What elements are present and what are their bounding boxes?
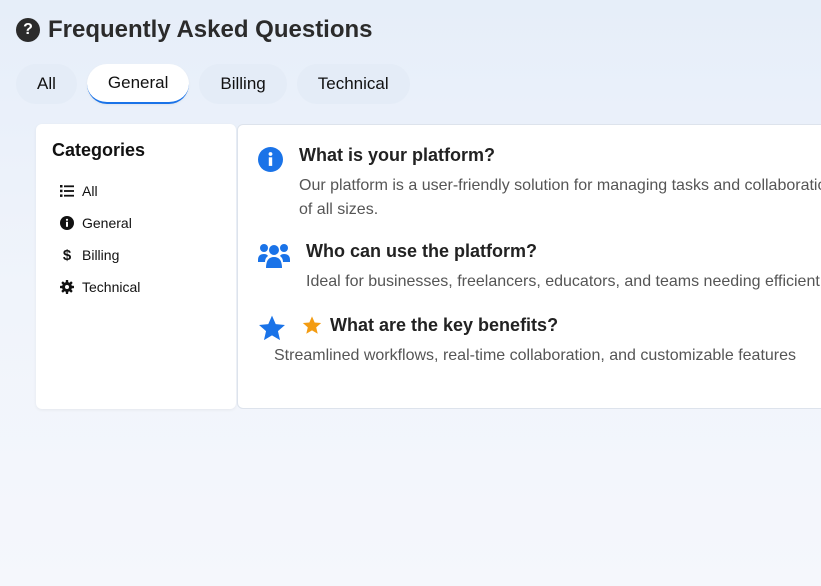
faq-answer-continued: of all sizes. — [299, 201, 379, 218]
sidebar-item-technical[interactable]: Technical — [52, 271, 220, 303]
sidebar-item-label: All — [82, 183, 98, 199]
info-circle-icon — [258, 147, 283, 222]
faq-item: Who can use the platform? Ideal for busi… — [258, 241, 820, 294]
question-circle-icon: ? — [16, 18, 40, 42]
tab-technical[interactable]: Technical — [296, 64, 410, 104]
star-icon — [302, 316, 322, 335]
sidebar-title: Categories — [52, 140, 146, 160]
categories-sidebar: Categories All General $ Billing Technic… — [36, 124, 236, 409]
tab-billing[interactable]: Billing — [199, 64, 287, 104]
faq-item: What is your platform? Our platform is a… — [258, 145, 821, 222]
tab-bar: All General Billing Technical — [16, 64, 410, 104]
tab-general[interactable]: General — [86, 64, 190, 104]
page-title: Frequently Asked Questions — [48, 16, 373, 43]
faq-answer: Streamlined workflows, real-time collabo… — [274, 347, 797, 364]
sidebar-item-label: Billing — [82, 247, 120, 263]
faq-answer: Ideal for businesses, freelancers, educa… — [306, 273, 820, 290]
tab-all[interactable]: All — [16, 64, 77, 104]
faq-answer: Our platform is a user-friendly solution… — [299, 177, 821, 194]
page-header: ? Frequently Asked Questions — [16, 16, 373, 44]
faq-question[interactable]: What is your platform? — [299, 145, 821, 166]
dollar-icon: $ — [62, 246, 72, 264]
sidebar-item-label: General — [82, 215, 132, 231]
faq-question[interactable]: What are the key benefits? — [330, 315, 558, 336]
faq-item: What are the key benefits? Streamlined w… — [258, 315, 796, 368]
info-circle-icon — [60, 216, 74, 230]
faq-panel: What is your platform? Our platform is a… — [237, 124, 821, 409]
list-icon — [60, 185, 74, 197]
faq-question[interactable]: Who can use the platform? — [306, 241, 820, 262]
sidebar-item-general[interactable]: General — [52, 207, 220, 239]
gear-icon — [60, 280, 74, 294]
sidebar-item-label: Technical — [82, 279, 141, 295]
sidebar-item-billing[interactable]: $ Billing — [52, 239, 220, 271]
sidebar-item-all[interactable]: All — [52, 175, 220, 207]
users-icon — [258, 242, 290, 294]
